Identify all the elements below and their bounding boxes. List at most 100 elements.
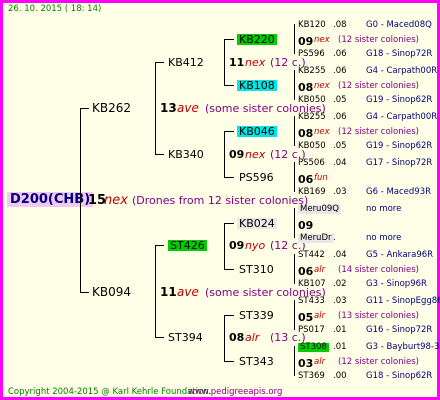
ancestor-name[interactable]: ST442 [298,251,325,260]
ancestor-mating-year: 09 [298,35,314,48]
ancestor-origin[interactable]: G16 - Sinop72R [366,326,432,335]
ancestor-origin[interactable]: G18 - Sinop72R [366,50,432,59]
ancestor-name[interactable]: KB107 [298,280,326,289]
ancestor-name[interactable]: MeruDr [298,234,334,243]
ancestor-year: .08 [333,20,347,30]
ancestor-origin[interactable]: G5 - Ankara96R [366,251,433,260]
ggp-name[interactable]: KB220 [237,34,277,45]
ancestor-year: .05 [333,141,347,151]
ggp-name[interactable]: KB024 [237,218,277,229]
tree-line [80,108,81,292]
ggp-name[interactable]: KB046 [237,126,277,137]
ancestor-note: (14 sister colonies) [338,265,419,275]
ancestor-name[interactable]: ST369 [298,372,325,381]
ancestor-mating-year: 05 [298,311,314,324]
tree-line [224,177,234,178]
ancestor-origin[interactable]: G17 - Sinop72R [366,159,432,168]
grandparent-breed: nex [245,56,266,69]
ancestor-year: . [333,233,336,243]
grandparent-name[interactable]: ST426 [168,240,207,251]
ggp-name[interactable]: PS596 [239,172,274,183]
ancestor-origin[interactable]: G0 - Maced08Q [366,21,432,30]
ancestor-breed: fun [314,173,328,183]
tree-line [155,245,156,337]
ancestor-origin[interactable]: G6 - Maced93R [366,188,431,197]
ggp-name[interactable]: ST310 [239,264,274,275]
ancestor-name[interactable]: KB169 [298,188,326,197]
grandparent-year: 09 [229,239,245,252]
tree-line [294,300,295,330]
tree-line [224,39,225,85]
ancestor-origin[interactable]: G3 - Sinop96R [366,280,427,289]
site-link[interactable]: www.pedigreeapis.org [188,388,282,397]
ancestor-mating-year: 08 [298,127,314,140]
ancestor-origin[interactable]: G11 - SinopEgg86R [366,297,440,306]
ancestor-breed: alr [314,357,326,367]
ancestor-origin[interactable]: G3 - Bayburt98-3 [366,343,439,352]
parent-name[interactable]: KB094 [92,286,131,298]
ancestor-name[interactable]: PS017 [298,326,325,335]
tree-line [294,208,295,238]
ancestor-origin[interactable]: G19 - Sinop62R [366,96,432,105]
report-date: 26. 10. 2015 ( 18: 14) [8,4,102,14]
ancestor-year: . [333,204,336,214]
ancestor-mating-year: 06 [298,173,314,186]
tree-line [294,24,295,54]
ancestor-breed: nex [314,81,330,91]
ggp-name[interactable]: KB108 [237,80,277,91]
ancestor-name[interactable]: KB120 [298,21,326,30]
tree-line [294,346,295,376]
copyright-text: Copyright 2004-2015 @ Karl Kehrle Founda… [8,387,212,397]
tree-line [155,337,164,338]
ancestor-origin[interactable]: G19 - Sinop62R [366,142,432,151]
tree-line [224,315,234,316]
tree-line [80,292,89,293]
grandparent-name[interactable]: KB412 [168,57,204,68]
ancestor-mating-year: 08 [298,81,314,94]
ggp-name[interactable]: ST343 [239,356,274,367]
ggp-name[interactable]: ST339 [239,310,274,321]
ancestor-year: .06 [333,49,347,59]
grandparent-name[interactable]: ST394 [168,332,203,343]
ancestor-year: .04 [333,158,347,168]
ancestor-year: .06 [333,112,347,122]
ancestor-note: (12 sister colonies) [338,35,419,45]
tree-line [224,361,234,362]
grandparent-name[interactable]: KB340 [168,149,204,160]
ancestor-origin[interactable]: G4 - Carpath00R [366,67,437,76]
ancestor-name[interactable]: ST308 [298,343,329,352]
tree-line [80,108,89,109]
ancestor-year: .04 [333,250,347,260]
ancestor-origin[interactable]: G18 - Sinop62R [366,372,432,381]
tree-line [224,315,225,361]
ancestor-origin[interactable]: G4 - Carpath00R [366,113,437,122]
ancestor-name[interactable]: PS506 [298,159,325,168]
grandparent-breed: nyo [245,239,266,252]
ancestor-origin[interactable]: no more [366,234,401,243]
tree-line [224,223,234,224]
ancestor-name[interactable]: KB255 [298,67,326,76]
grandparent-year: 11 [229,56,245,69]
ancestor-year: .03 [333,296,347,306]
ancestor-name[interactable]: KB050 [298,142,326,151]
ancestor-note: (12 sister colonies) [338,81,419,91]
ancestor-name[interactable]: ST433 [298,297,325,306]
ancestor-breed: alr [314,311,326,321]
ancestor-year: .02 [333,279,347,289]
ancestor-note: (13 sister colonies) [338,311,419,321]
ancestor-name[interactable]: KB050 [298,96,326,105]
ancestor-origin[interactable]: no more [366,205,401,214]
parent-name[interactable]: KB262 [92,102,131,114]
ancestor-name[interactable]: PS596 [298,50,325,59]
tree-line [294,162,295,192]
ancestor-year: .03 [333,187,347,197]
grandparent-breed: nex [245,148,266,161]
ancestor-name[interactable]: KB255 [298,113,326,122]
parent-year: 11 [160,285,177,299]
parent-breed: ave [177,101,199,115]
ancestor-year: .00 [333,371,347,381]
ancestor-breed: alr [314,265,326,275]
grandparent-year: 09 [229,148,245,161]
ancestor-note: (12 sister colonies) [338,357,419,367]
grandparent-year: 08 [229,331,245,344]
